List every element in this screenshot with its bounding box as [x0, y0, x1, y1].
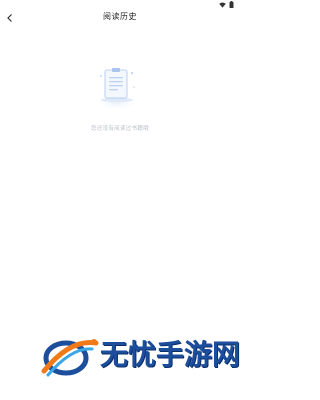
empty-state-message: 您还没有阅读过书籍哦 — [90, 126, 149, 132]
clipboard-document-icon — [92, 68, 142, 114]
page-title: 阅读历史 — [103, 12, 137, 21]
status-bar — [0, 0, 240, 8]
app-bar: 阅读历史 — [0, 8, 240, 26]
watermark-logo-icon — [40, 327, 100, 389]
empty-state-illustration — [92, 60, 142, 110]
battery-icon — [229, 1, 234, 8]
status-icons — [219, 1, 234, 8]
watermark-text: 无忧手游网 — [100, 338, 241, 371]
watermark: 无忧手游网 — [40, 327, 240, 385]
wifi-icon — [219, 2, 226, 8]
